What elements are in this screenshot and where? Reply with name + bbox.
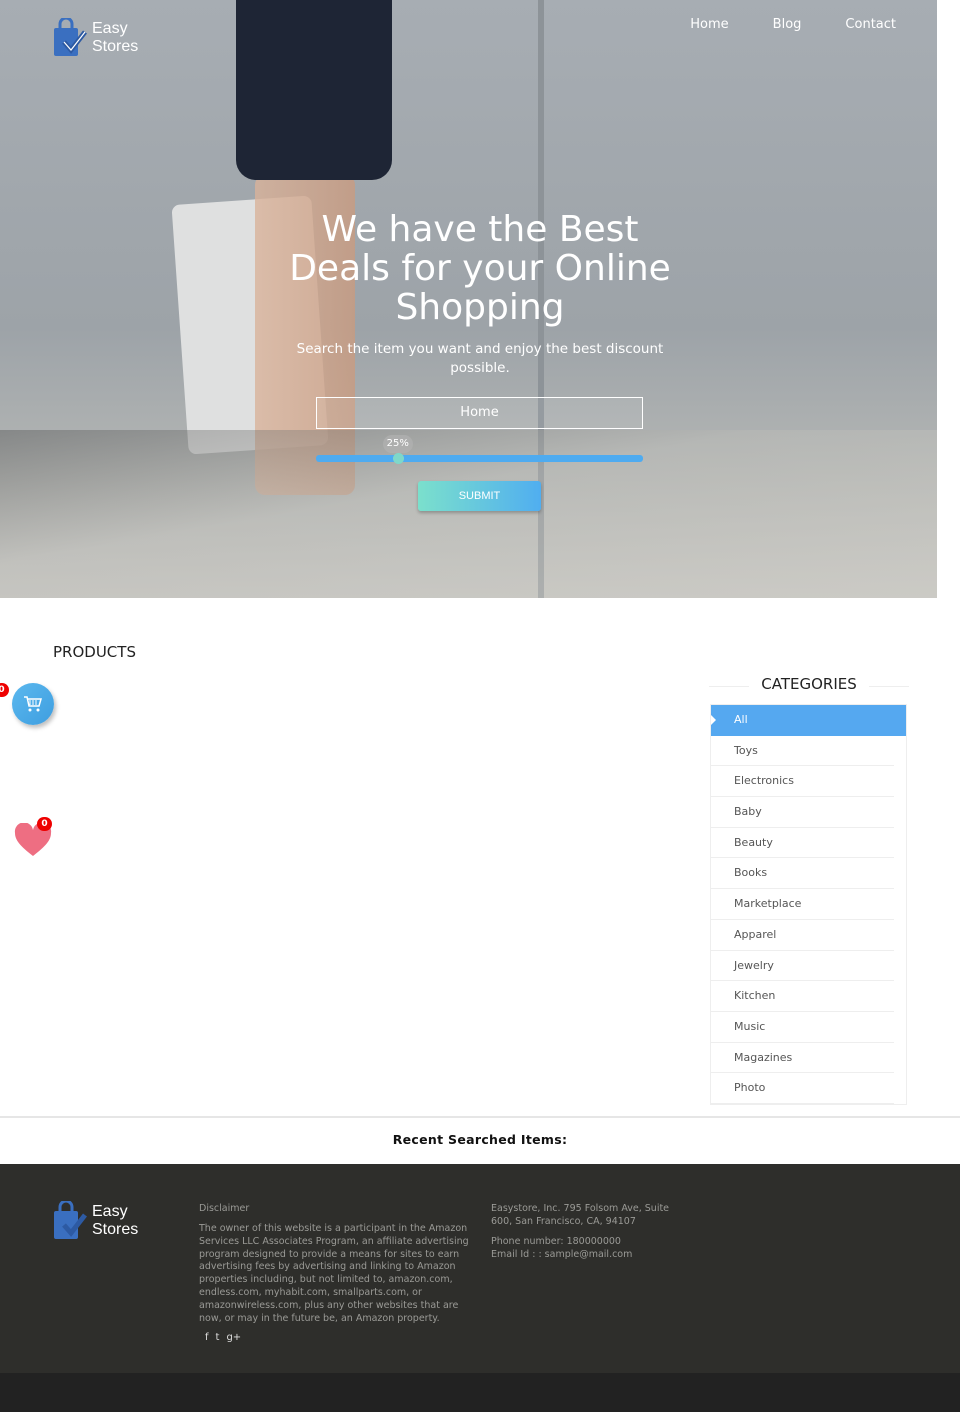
category-item-electronics[interactable]: Electronics bbox=[711, 766, 894, 798]
logo[interactable]: Easy Stores bbox=[52, 18, 138, 58]
footer-logo[interactable]: Easy Stores bbox=[52, 1201, 138, 1241]
twitter-icon[interactable]: t bbox=[216, 1332, 220, 1343]
categories-list: All Toys Electronics Baby Beauty Books Marketp… bbox=[710, 704, 907, 1105]
footer-bottom-bar bbox=[0, 1373, 960, 1412]
footer-email[interactable]: Email Id : : sample@mail.com bbox=[491, 1249, 632, 1262]
slider-handle[interactable] bbox=[392, 453, 404, 464]
hero-edge bbox=[937, 0, 960, 598]
category-item-baby[interactable]: Baby bbox=[711, 797, 894, 828]
footer-phone: Phone number: 180000000 bbox=[491, 1236, 621, 1247]
social-links: f t g+ bbox=[205, 1332, 241, 1343]
nav-home[interactable]: Home bbox=[690, 17, 728, 32]
recent-searched-heading: Recent Searched Items: bbox=[0, 1116, 960, 1164]
nav-contact[interactable]: Contact bbox=[845, 17, 896, 32]
footer-contact: Phone number: 180000000 Email Id : : sam… bbox=[491, 1236, 632, 1262]
category-item-music[interactable]: Music bbox=[711, 1012, 894, 1043]
category-item-magazines[interactable]: Magazines bbox=[711, 1043, 894, 1074]
footer-address: Easystore, Inc. 795 Folsom Ave, Suite 60… bbox=[491, 1203, 670, 1227]
category-item-marketplace[interactable]: Marketplace bbox=[711, 889, 894, 920]
submit-button[interactable]: SUBMIT bbox=[418, 481, 541, 511]
wishlist-count-badge: 0 bbox=[37, 817, 52, 831]
disclaimer-text: The owner of this website is a participa… bbox=[199, 1223, 469, 1324]
main-nav: Home Blog Contact bbox=[690, 17, 896, 32]
hero-photo-dress bbox=[236, 0, 392, 180]
category-select[interactable]: Home bbox=[316, 397, 643, 429]
category-item-toys[interactable]: Toys bbox=[711, 736, 894, 767]
shopping-bag-check-icon bbox=[54, 1201, 87, 1239]
footer bbox=[0, 1164, 960, 1373]
slider-value-tooltip: 25% bbox=[382, 435, 413, 453]
category-item-jewelry[interactable]: Jewelry bbox=[711, 951, 894, 982]
category-item-photo[interactable]: Photo bbox=[711, 1073, 894, 1104]
logo-line2: Stores bbox=[92, 38, 139, 55]
hero-subtitle: Search the item you want and enjoy the b… bbox=[296, 341, 664, 376]
category-item-apparel[interactable]: Apparel bbox=[711, 920, 894, 951]
nav-blog[interactable]: Blog bbox=[773, 17, 802, 32]
products-heading: PRODUCTS bbox=[53, 643, 136, 661]
category-item-all[interactable]: All bbox=[711, 705, 906, 736]
logo-line1: Easy bbox=[92, 1203, 128, 1220]
shopping-bag-check-icon bbox=[54, 18, 87, 56]
disclaimer-heading: Disclaimer bbox=[199, 1203, 250, 1214]
cart-button[interactable] bbox=[12, 683, 54, 725]
cart-count-badge: 0 bbox=[0, 683, 9, 697]
logo-line2: Stores bbox=[92, 1221, 139, 1238]
google-plus-icon[interactable]: g+ bbox=[226, 1332, 241, 1343]
hero-headline: We have the Best Deals for your Online S… bbox=[289, 209, 671, 328]
facebook-icon[interactable]: f bbox=[205, 1332, 209, 1343]
cart-icon bbox=[24, 696, 42, 712]
logo-line1: Easy bbox=[92, 20, 128, 37]
categories-heading: CATEGORIES bbox=[709, 675, 909, 693]
discount-slider[interactable] bbox=[316, 453, 643, 464]
category-item-beauty[interactable]: Beauty bbox=[711, 828, 894, 859]
category-item-kitchen[interactable]: Kitchen bbox=[711, 981, 894, 1012]
category-item-books[interactable]: Books bbox=[711, 858, 894, 890]
